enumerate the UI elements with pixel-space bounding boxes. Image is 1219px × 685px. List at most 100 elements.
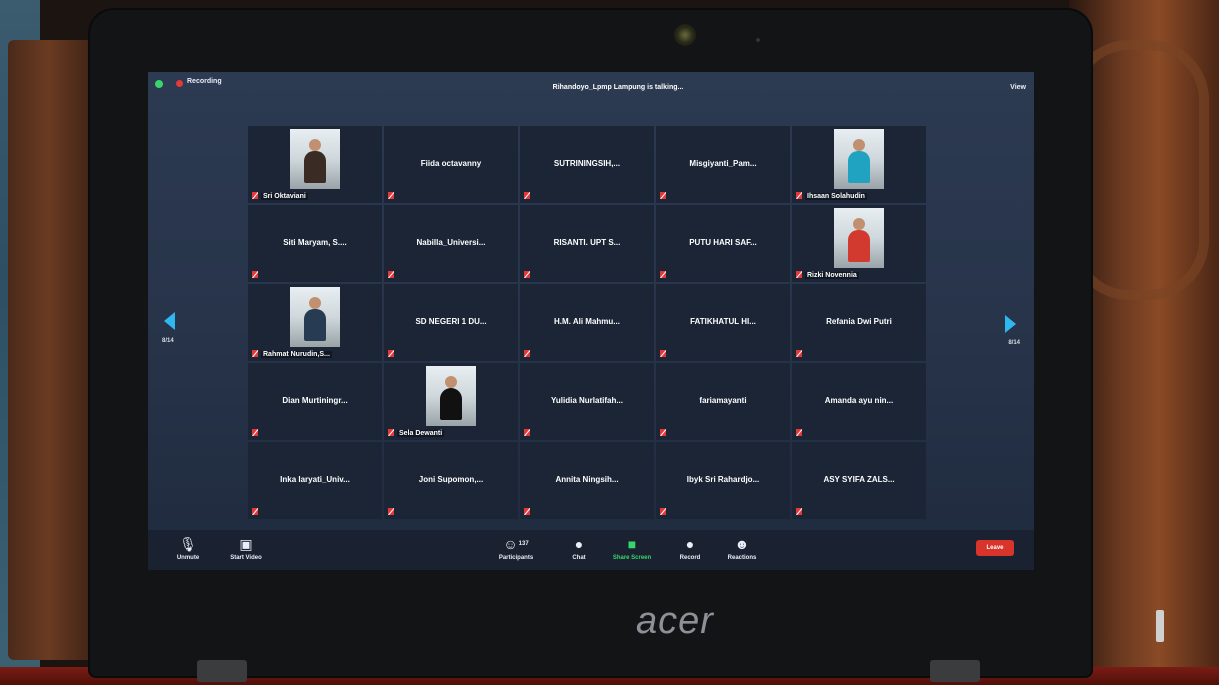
participant-tile[interactable]: Rahmat Nurudin,S... (248, 284, 382, 361)
participant-tile[interactable]: Yulidia Nurlatifah... (520, 363, 654, 440)
participant-tile[interactable]: Ihsaan Solahudin (792, 126, 926, 203)
participant-body (304, 151, 326, 183)
participant-tile[interactable]: Siti Maryam, S.... (248, 205, 382, 282)
participant-tile[interactable]: Annita Ningsih... (520, 442, 654, 519)
participant-name: Refania Dwi Putri (826, 317, 892, 326)
muted-mic-icon (524, 350, 530, 357)
participant-tile[interactable]: Ibyk Sri Rahardjo... (656, 442, 790, 519)
muted-mic-icon (796, 429, 802, 436)
share-screen-button[interactable]: ■ Share Screen (609, 536, 655, 561)
participant-head (309, 139, 321, 151)
webcam-icon (674, 24, 696, 46)
muted-mic-icon (660, 508, 666, 515)
participant-video (834, 129, 884, 189)
record-button[interactable]: ● Record (672, 536, 708, 561)
participant-name: Siti Maryam, S.... (283, 238, 347, 247)
participant-name: ASY SYIFA ZALS... (823, 475, 895, 484)
participant-name-label: Rizki Novennia (805, 272, 859, 279)
participant-name: Fiida octavanny (420, 159, 482, 168)
participant-tile[interactable]: PUTU HARI SAF... (656, 205, 790, 282)
participant-tile[interactable]: SD NEGERI 1 DU... (384, 284, 518, 361)
participants-button[interactable]: ☺137 Participants (488, 536, 544, 561)
muted-mic-icon (660, 350, 666, 357)
participant-video (290, 129, 340, 189)
participant-tile[interactable]: ASY SYIFA ZALS... (792, 442, 926, 519)
security-shield-icon[interactable] (155, 80, 163, 88)
laptop-hinge-left (197, 660, 247, 682)
meeting-toolbar: 🎙︎ Unmute ▣ Start Video ☺137 Participant… (148, 530, 1034, 570)
leave-button[interactable]: Leave (976, 540, 1014, 556)
participant-tile[interactable]: FATIKHATUL HI... (656, 284, 790, 361)
share-screen-label: Share Screen (612, 555, 652, 561)
participant-tile[interactable]: Inka Iaryati_Univ... (248, 442, 382, 519)
laptop-brand-logo: acer (636, 600, 714, 642)
participant-tile[interactable]: Amanda ayu nin... (792, 363, 926, 440)
participant-name: Nabilla_Universi... (416, 238, 486, 247)
reactions-button[interactable]: ☻ Reactions (720, 536, 764, 561)
participant-tile[interactable]: H.M. Ali Mahmu... (520, 284, 654, 361)
participant-tile[interactable]: Fiida octavanny (384, 126, 518, 203)
muted-mic-icon (388, 508, 394, 515)
participant-name: H.M. Ali Mahmu... (554, 317, 620, 326)
participant-body (440, 388, 462, 420)
participant-tile[interactable]: SUTRININGSIH,... (520, 126, 654, 203)
muted-mic-icon (524, 508, 530, 515)
video-camera-icon: ▣ (239, 536, 253, 552)
participant-name-label: Sela Dewanti (397, 430, 445, 437)
participant-name: Amanda ayu nin... (824, 396, 894, 405)
laptop-hinge-right (930, 660, 980, 682)
participant-tile[interactable]: Joni Supomon,... (384, 442, 518, 519)
gallery-grid: Sri Oktaviani Fiida octavanny SUTRININGSIH… (248, 126, 926, 519)
view-button[interactable]: View (1010, 84, 1026, 91)
muted-mic-icon (252, 429, 258, 436)
participant-tile[interactable]: RISANTI. UPT S... (520, 205, 654, 282)
recording-dot-icon (176, 80, 183, 87)
muted-mic-icon (388, 192, 394, 199)
recording-status: Recording (187, 78, 222, 85)
reactions-icon: ☻ (734, 536, 750, 552)
chat-button[interactable]: ● Chat (564, 536, 594, 561)
muted-mic-icon (524, 271, 530, 278)
participant-head (853, 139, 865, 151)
participant-tile[interactable]: Refania Dwi Putri (792, 284, 926, 361)
participant-name-label: Ihsaan Solahudin (805, 193, 867, 200)
page-indicator-left: 8/14 (162, 338, 174, 344)
participant-name: fariamayanti (699, 396, 747, 405)
participant-name: SUTRININGSIH,... (553, 159, 621, 168)
participant-tile[interactable]: Sela Dewanti (384, 363, 518, 440)
unmute-button[interactable]: 🎙︎ Unmute (166, 536, 210, 561)
active-speaker-banner: Rihandoyo_Lpmp Lampung is talking... (552, 84, 684, 91)
unmute-label: Unmute (176, 555, 200, 561)
participant-tile[interactable]: Rizki Novennia (792, 205, 926, 282)
muted-mic-icon (388, 271, 394, 278)
participant-video (834, 208, 884, 268)
previous-page-arrow-icon[interactable] (164, 312, 175, 330)
record-label: Record (679, 555, 701, 561)
next-page-arrow-icon[interactable] (1005, 315, 1016, 333)
muted-mic-icon (388, 429, 394, 436)
muted-mic-icon (796, 508, 802, 515)
participant-video (426, 366, 476, 426)
record-icon: ● (685, 536, 695, 552)
participant-body (304, 309, 326, 341)
muted-mic-icon (796, 271, 802, 278)
start-video-button[interactable]: ▣ Start Video (222, 536, 270, 561)
participant-tile[interactable]: Misgiyanti_Pam... (656, 126, 790, 203)
participant-head (445, 376, 457, 388)
muted-microphone-icon: 🎙︎ (179, 536, 197, 552)
muted-mic-icon (524, 192, 530, 199)
share-screen-icon: ■ (627, 536, 637, 552)
participant-tile[interactable]: Dian Murtiningr... (248, 363, 382, 440)
participant-name: FATIKHATUL HI... (690, 317, 756, 326)
muted-mic-icon (252, 508, 258, 515)
webcam-led (756, 38, 760, 42)
participants-icon: ☺137 (503, 536, 529, 552)
participant-name: Annita Ningsih... (555, 475, 619, 484)
participant-tile[interactable]: fariamayanti (656, 363, 790, 440)
participant-tile[interactable]: Sri Oktaviani (248, 126, 382, 203)
muted-mic-icon (252, 350, 258, 357)
participant-head (853, 218, 865, 230)
participant-tile[interactable]: Nabilla_Universi... (384, 205, 518, 282)
chat-label: Chat (572, 555, 586, 561)
muted-mic-icon (252, 271, 258, 278)
